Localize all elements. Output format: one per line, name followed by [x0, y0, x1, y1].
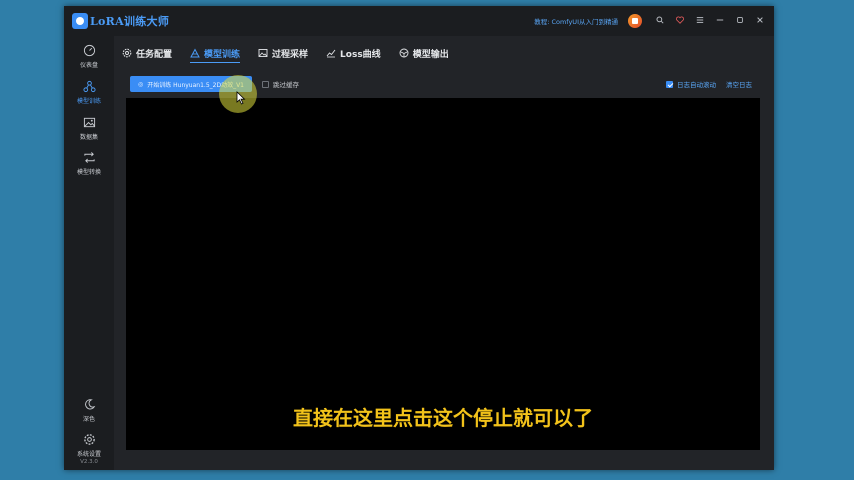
- heart-icon[interactable]: [670, 16, 690, 26]
- minimize-icon[interactable]: [710, 16, 730, 26]
- moon-icon: [64, 398, 114, 412]
- bilibili-logo-icon[interactable]: [628, 14, 642, 28]
- image-icon: [64, 116, 114, 130]
- sidebar-item-dataset[interactable]: 数据集: [64, 116, 114, 141]
- autoscroll-checkbox[interactable]: 日志自动滚动: [666, 79, 716, 89]
- close-icon[interactable]: [750, 16, 770, 26]
- play-icon: ◎: [137, 80, 144, 88]
- tab-label: 任务配置: [136, 49, 173, 60]
- gear-icon: [122, 48, 132, 58]
- app-window: LoRA训练大师 教程: ComfyUI从入门到精通 仪表盘 模型训练 数据集 …: [64, 6, 774, 470]
- mouse-cursor-icon: [236, 91, 246, 105]
- search-icon[interactable]: [650, 16, 670, 26]
- tab-label: 模型输出: [412, 49, 449, 60]
- sidebar-item-label: 模型转换: [76, 169, 101, 176]
- tab-label: 模型训练: [204, 49, 241, 60]
- clear-log-button[interactable]: 清空日志: [726, 79, 752, 89]
- logo-icon: [72, 13, 88, 29]
- log-console[interactable]: 直接在这里点击这个停止就可以了: [126, 98, 760, 450]
- app-logo-text: LoRA训练大师: [90, 15, 170, 28]
- video-subtitle: 直接在这里点击这个停止就可以了: [293, 406, 593, 430]
- sidebar-item-dashboard[interactable]: 仪表盘: [64, 44, 114, 69]
- tab-process-sampling[interactable]: 过程采样: [258, 44, 308, 62]
- tab-label: 过程采样: [272, 49, 309, 60]
- gear-icon: [64, 433, 114, 447]
- tab-bar: 任务配置 模型训练 过程采样 Loss曲线 模型输出: [122, 44, 467, 64]
- tab-label: Loss曲线: [340, 49, 381, 60]
- checkbox-box-checked[interactable]: [666, 80, 673, 88]
- autoscroll-label: 日志自动滚动: [677, 81, 716, 89]
- chart-icon: [326, 49, 336, 58]
- sidebar-item-label: 数据集: [79, 134, 98, 141]
- tab-model-output[interactable]: 模型输出: [399, 44, 449, 62]
- title-bar: LoRA训练大师 教程: ComfyUI从入门到精通: [64, 6, 774, 36]
- tab-task-config[interactable]: 任务配置: [122, 44, 172, 62]
- settings-label: 系统设置: [76, 451, 101, 458]
- train-icon: [64, 80, 114, 94]
- gauge-icon: [64, 44, 114, 58]
- theme-toggle[interactable]: 深色: [64, 398, 114, 423]
- box-icon: [399, 48, 409, 58]
- version-label: V2.3.0: [80, 459, 98, 465]
- tab-loss-curve[interactable]: Loss曲线: [326, 44, 381, 62]
- tutorial-link[interactable]: 教程: ComfyUI从入门到精通: [534, 16, 618, 26]
- main-panel: 任务配置 模型训练 过程采样 Loss曲线 模型输出 ◎ 开始训练 Hunyua…: [114, 36, 774, 470]
- maximize-icon[interactable]: [730, 16, 750, 26]
- skip-cache-checkbox[interactable]: 跳过缓存: [262, 79, 299, 89]
- sidebar-item-label: 仪表盘: [79, 62, 98, 69]
- sidebar-item-model-convert[interactable]: 模型转换: [64, 151, 114, 176]
- convert-icon: [64, 151, 114, 165]
- tab-model-training[interactable]: 模型训练: [190, 44, 241, 63]
- menu-icon[interactable]: [690, 16, 710, 26]
- app-logo: LoRA训练大师: [72, 13, 169, 29]
- train-icon: [190, 48, 200, 58]
- system-settings-button[interactable]: 系统设置 V2.3.0: [64, 433, 114, 465]
- theme-label: 深色: [82, 416, 95, 423]
- sidebar-item-model-training[interactable]: 模型训练: [64, 80, 114, 105]
- skip-cache-label: 跳过缓存: [273, 81, 299, 89]
- image-icon: [258, 49, 268, 57]
- sidebar: 仪表盘 模型训练 数据集 模型转换 深色 系统设置 V2.3.0: [64, 36, 114, 470]
- sidebar-item-label: 模型训练: [76, 98, 101, 105]
- checkbox-box[interactable]: [262, 80, 269, 88]
